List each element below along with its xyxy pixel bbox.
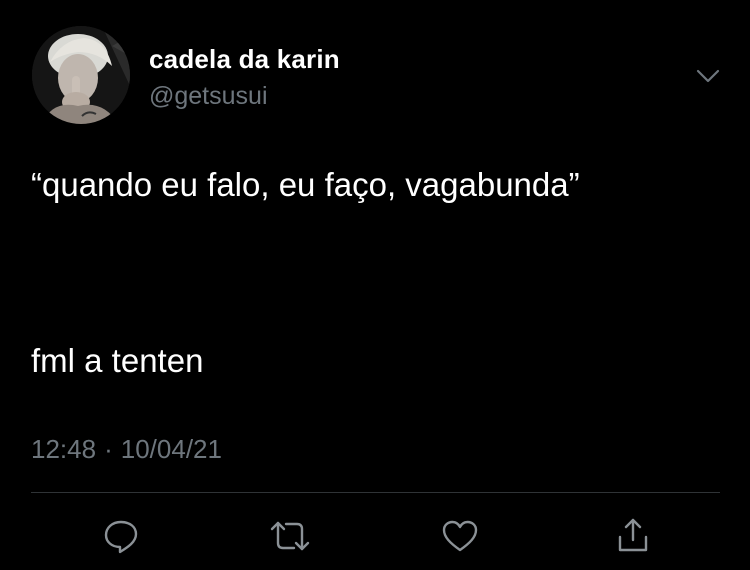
retweet-button[interactable]: [268, 514, 312, 558]
reply-button[interactable]: [99, 514, 143, 558]
avatar-image: [32, 26, 130, 124]
retweet-icon: [270, 521, 310, 551]
share-button[interactable]: [611, 514, 655, 558]
tweet-date: 10/04/21: [120, 434, 222, 464]
like-icon: [442, 520, 478, 552]
share-icon: [618, 518, 648, 552]
user-handle[interactable]: @getsusui: [149, 82, 268, 111]
avatar[interactable]: [32, 26, 130, 124]
tweet-time: 12:48: [31, 434, 97, 464]
reply-icon: [104, 520, 138, 554]
tweet-text-line: fml a tenten: [31, 342, 204, 379]
divider: [31, 492, 720, 493]
tweet-card: cadela da karin @getsusui “quando eu fal…: [0, 0, 750, 570]
display-name[interactable]: cadela da karin: [149, 44, 340, 75]
tweet-text-line: “quando eu falo, eu faço, vagabunda”: [31, 166, 580, 203]
tweet-timestamp[interactable]: 12:48 · 10/04/21: [31, 434, 222, 465]
chevron-down-icon[interactable]: [692, 62, 724, 90]
like-button[interactable]: [438, 514, 482, 558]
timestamp-separator: ·: [104, 434, 113, 464]
